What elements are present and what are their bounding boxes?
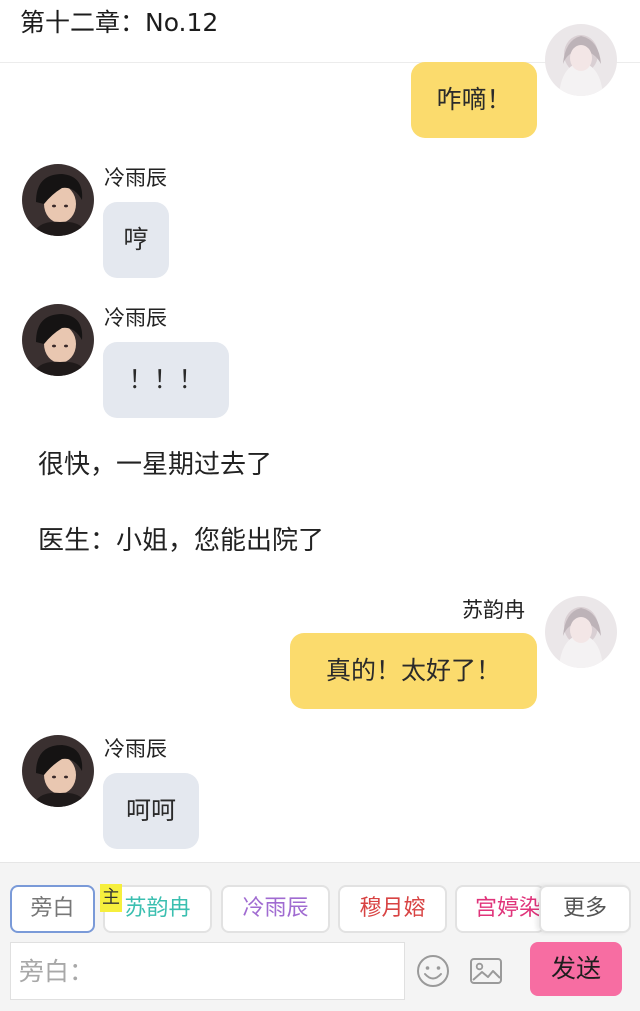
chapter-header: 第十二章：No.12 <box>0 0 640 63</box>
chapter-title: 第十二章：No.12 <box>20 8 219 37</box>
message-bubble[interactable]: 呵呵 <box>103 773 199 849</box>
avatar-leng-yuchen[interactable] <box>22 304 94 376</box>
emoji-icon[interactable] <box>414 952 452 990</box>
message-bubble[interactable]: 哼 <box>103 202 169 278</box>
avatar-leng-yuchen[interactable] <box>22 735 94 807</box>
more-characters-button[interactable]: 更多 <box>539 885 631 933</box>
avatar-leng-yuchen[interactable] <box>22 164 94 236</box>
message-bubble[interactable]: 真的！太好了！ <box>290 633 537 709</box>
avatar-su-yunran[interactable] <box>545 24 617 96</box>
avatar-girl-image <box>545 24 617 96</box>
character-chip-narrator[interactable]: 旁白 <box>10 885 95 933</box>
sender-name: 冷雨辰 <box>104 306 167 330</box>
avatar-boy-image <box>22 164 94 236</box>
narration-text[interactable]: 很快，一星期过去了 <box>38 448 272 482</box>
sender-name: 冷雨辰 <box>104 737 167 761</box>
character-chip-mu-yuerong[interactable]: 穆月嫆 <box>338 885 447 933</box>
avatar-boy-image <box>22 735 94 807</box>
sender-name: 苏韵冉 <box>462 598 525 622</box>
message-bubble[interactable]: ！！！ <box>103 342 229 418</box>
send-button[interactable]: 发送 <box>530 942 622 996</box>
avatar-su-yunran[interactable] <box>545 596 617 668</box>
character-chip-gong-tingran[interactable]: 宫婷染 <box>455 885 545 933</box>
avatar-boy-image <box>22 304 94 376</box>
message-bubble[interactable]: 咋嘀！ <box>411 62 537 138</box>
narration-text[interactable]: 医生：小姐，您能出院了 <box>38 524 324 558</box>
main-character-badge: 主 <box>100 884 122 912</box>
avatar-girl-image <box>545 596 617 668</box>
sender-name: 冷雨辰 <box>104 166 167 190</box>
message-input[interactable] <box>10 942 405 1000</box>
image-icon[interactable] <box>467 952 505 990</box>
character-chip-leng-yuchen[interactable]: 冷雨辰 <box>221 885 330 933</box>
